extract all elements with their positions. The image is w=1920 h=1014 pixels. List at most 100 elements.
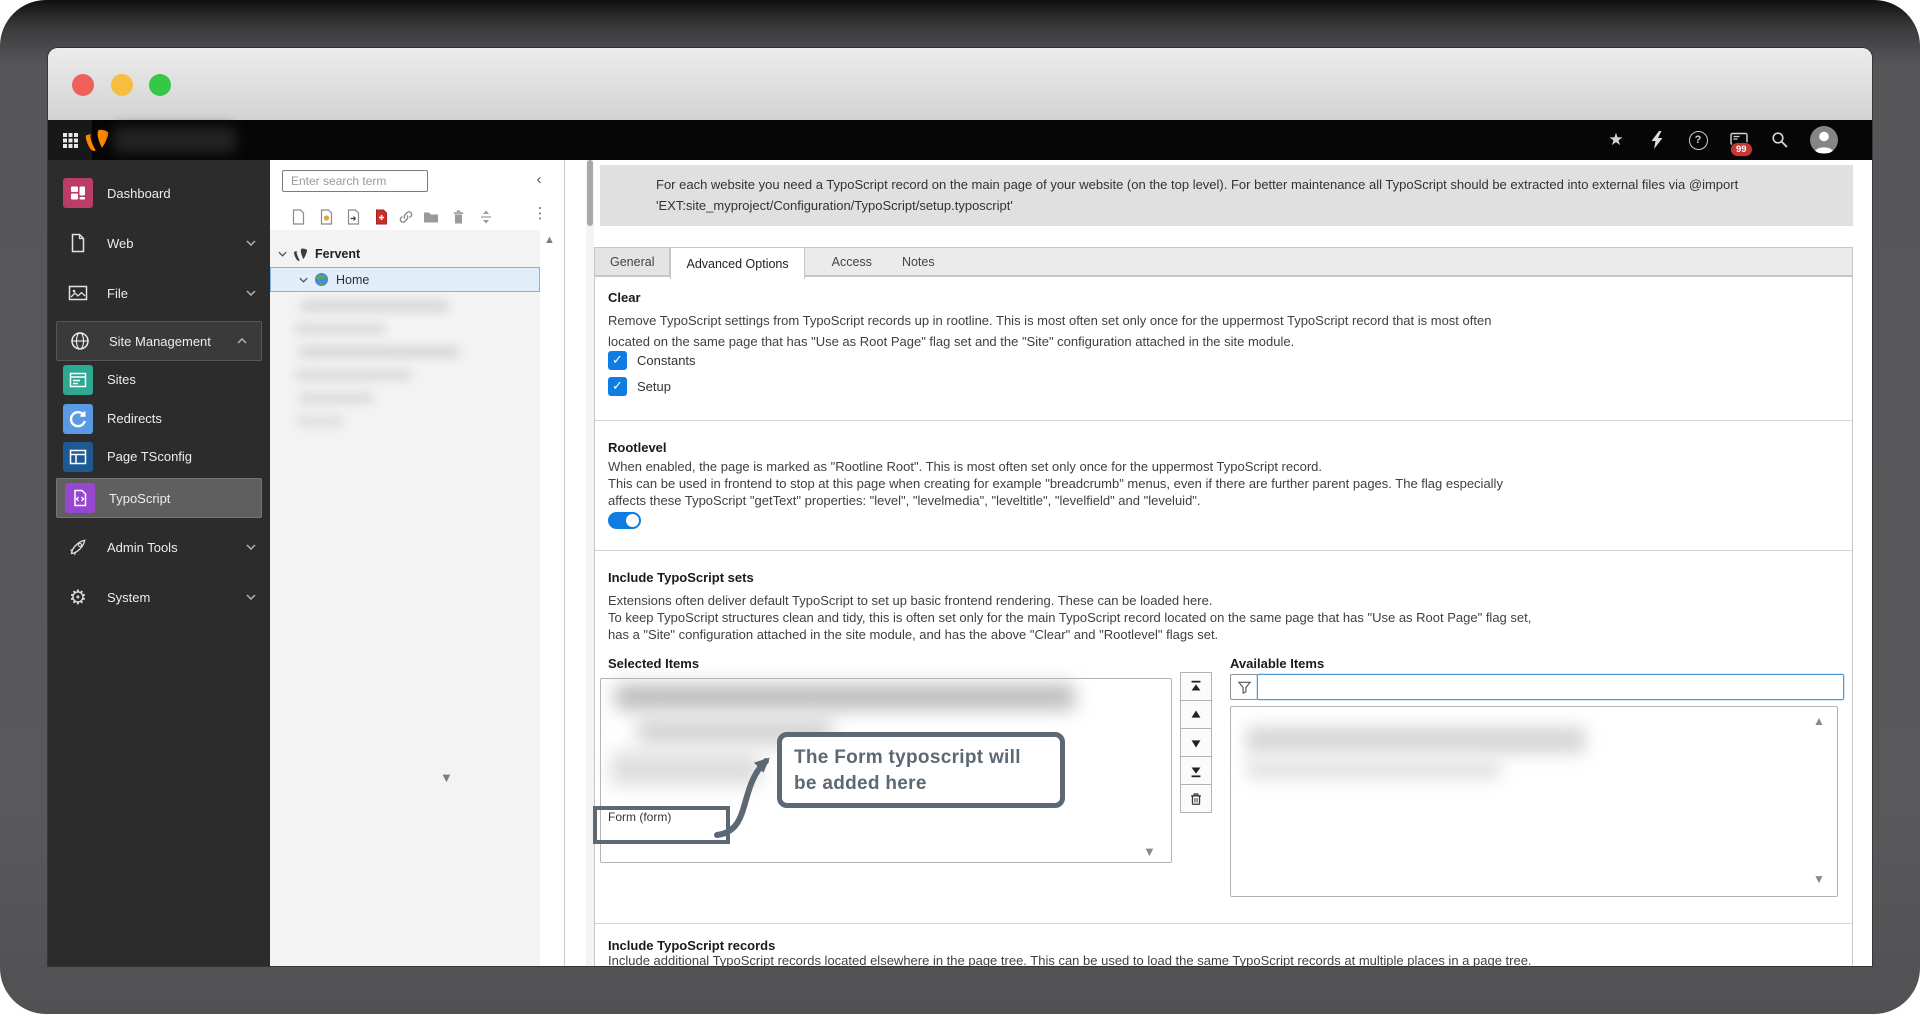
tree-node-root[interactable]: Fervent [278, 245, 360, 263]
move-down-icon [1191, 739, 1201, 747]
content-scrollbar-track[interactable] [586, 160, 594, 966]
rocket-icon [63, 532, 93, 562]
tab-access[interactable]: Access [817, 248, 887, 275]
help-icon: ? [1688, 130, 1708, 150]
selected-list-expand-icon[interactable]: ▼ [1143, 844, 1156, 859]
collapse-icon: ‹ [536, 171, 542, 188]
search-button[interactable] [1769, 129, 1791, 151]
trash-icon [1191, 793, 1201, 805]
checkbox-label: Setup [637, 378, 671, 394]
trash-icon [453, 210, 463, 224]
sidebar-item-label: System [107, 589, 151, 605]
app-window: ★ ? 99 Dashboard Web File Site Managemen… [48, 48, 1872, 966]
tree-scroll-up-indicator[interactable]: ▲ [544, 234, 555, 246]
funnel-icon [1237, 681, 1251, 694]
new-link-drag-button[interactable] [395, 207, 417, 227]
sidebar-item-admin-tools[interactable]: Admin Tools [48, 525, 270, 569]
typoscript-info-callout: For each website you need a TypoScript r… [600, 165, 1853, 226]
web-module-icon [63, 228, 93, 258]
constants-checkbox-row[interactable]: ✓ Constants [608, 350, 696, 370]
folder-icon [424, 212, 438, 223]
user-menu-button[interactable] [1810, 126, 1838, 154]
checkbox-checked-icon[interactable]: ✓ [608, 376, 627, 396]
system-information-button[interactable]: 99 [1728, 129, 1753, 157]
tab-advanced-options[interactable]: Advanced Options [670, 247, 805, 279]
delete-drop-button[interactable] [447, 207, 469, 227]
typo3-topbar: ★ ? 99 [48, 120, 1872, 160]
record-tabs: General Advanced Options Access Notes [594, 247, 1853, 279]
chevron-down-icon [246, 290, 256, 296]
tab-notes[interactable]: Notes [887, 248, 950, 275]
move-up-button[interactable] [1180, 700, 1212, 729]
chevron-down-icon[interactable] [299, 277, 308, 283]
search-icon [1772, 132, 1788, 148]
bolt-icon [1651, 131, 1663, 149]
typo3-site-icon [294, 248, 308, 261]
new-page-drag-button[interactable] [287, 207, 309, 227]
available-scroll-up-icon[interactable]: ▲ [1813, 714, 1825, 728]
help-button[interactable]: ? [1687, 129, 1709, 151]
chevron-down-icon [246, 544, 256, 550]
sidebar-item-page-tsconfig[interactable]: Page TSconfig [48, 437, 270, 476]
tab-general[interactable]: General [595, 248, 671, 275]
sidebar-item-system[interactable]: ⚙ System [48, 575, 270, 619]
move-down-button[interactable] [1180, 728, 1212, 757]
typo3-logo-icon [85, 129, 109, 151]
notification-badge: 99 [1730, 142, 1753, 157]
minimize-window-button[interactable] [111, 74, 133, 96]
section-divider [595, 550, 1852, 551]
sidebar-item-label: TypoScript [109, 490, 171, 506]
annotation-text-line2: be added here [794, 773, 927, 794]
checkbox-checked-icon[interactable]: ✓ [608, 350, 627, 370]
bookmarks-button[interactable]: ★ [1605, 129, 1627, 151]
blurred-tree-item [298, 346, 460, 358]
blurred-selected-item [615, 684, 1075, 710]
sidebar-item-file[interactable]: File [48, 271, 270, 315]
dashboard-icon [63, 178, 93, 208]
sidebar-item-site-management[interactable]: Site Management [56, 321, 262, 361]
tree-more-options-button[interactable]: ⋮ [532, 204, 548, 222]
window-titlebar [48, 48, 1872, 121]
link-icon [399, 211, 413, 223]
tree-search-input[interactable] [282, 170, 428, 192]
tree-node-home-selected[interactable]: Home [270, 267, 540, 292]
rootlevel-toggle-on[interactable] [608, 512, 641, 529]
available-scroll-down-icon[interactable]: ▼ [1813, 872, 1825, 886]
module-content: For each website you need a TypoScript r… [565, 160, 1872, 966]
clear-cache-button[interactable] [1646, 129, 1668, 151]
available-items-filter-input[interactable] [1257, 674, 1844, 700]
sidebar-item-label: Redirects [107, 411, 162, 426]
move-to-top-button[interactable] [1180, 672, 1212, 701]
zoom-window-button[interactable] [149, 74, 171, 96]
sidebar-item-web[interactable]: Web [48, 221, 270, 265]
remove-item-button[interactable] [1180, 784, 1212, 813]
blurred-tree-item [298, 392, 374, 404]
include-sets-section-text: Extensions often deliver default TypoScr… [608, 593, 1532, 642]
expand-collapse-tree-button[interactable] [475, 207, 497, 227]
file-module-icon [63, 278, 93, 308]
include-sets-section-title: Include TypoScript sets [608, 570, 754, 585]
new-page-alt-drag-button[interactable] [315, 207, 337, 227]
annotation-text-line1: The Form typoscript will [794, 747, 1021, 768]
new-shortcut-drag-button[interactable] [342, 207, 364, 227]
move-up-icon [1191, 710, 1201, 718]
sidebar-item-typoscript[interactable]: TypoScript [56, 478, 262, 518]
new-folder-drag-button[interactable] [420, 207, 442, 227]
setup-checkbox-row[interactable]: ✓ Setup [608, 376, 671, 396]
chevron-down-icon[interactable] [278, 251, 287, 257]
info-text: For each website you need a TypoScript r… [656, 177, 1739, 213]
sidebar-item-redirects[interactable]: Redirects [48, 399, 270, 438]
blurred-tree-item [294, 369, 412, 381]
sidebar-item-label: Site Management [109, 333, 211, 349]
move-top-icon [1191, 680, 1201, 691]
sidebar-item-sites[interactable]: Sites [48, 360, 270, 399]
move-to-bottom-button[interactable] [1180, 756, 1212, 785]
close-window-button[interactable] [72, 74, 94, 96]
tree-scroll-down-indicator[interactable]: ▼ [440, 770, 453, 785]
sidebar-item-dashboard[interactable]: Dashboard [48, 171, 270, 215]
content-scrollbar-thumb[interactable] [587, 160, 593, 226]
filter-button[interactable] [1230, 674, 1258, 700]
new-page-red-drag-button[interactable] [370, 207, 392, 227]
blurred-tree-item [300, 300, 450, 312]
collapse-tree-button[interactable]: ‹ [530, 171, 548, 188]
